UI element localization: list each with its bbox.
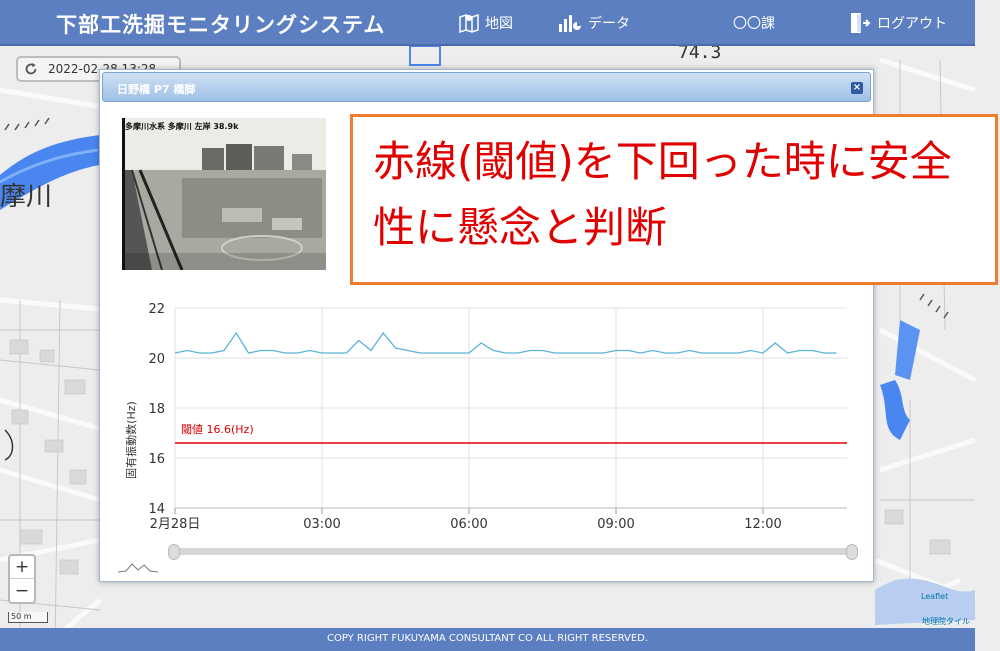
y-tick-label: 18 — [148, 402, 165, 417]
y-tick-label: 16 — [148, 452, 165, 467]
chart-icon — [559, 15, 581, 32]
refresh-icon[interactable] — [24, 62, 38, 76]
chart-series — [174, 331, 837, 354]
dept-name: 〇〇課 — [733, 16, 775, 32]
chart-grid — [174, 307, 847, 509]
series-line — [174, 331, 837, 354]
range-slider[interactable] — [168, 544, 858, 560]
navigator-preview-icon — [118, 563, 158, 573]
zoom-out-button[interactable]: − — [10, 579, 34, 602]
leaflet-attribution[interactable]: Leaflet — [921, 592, 948, 601]
dialog-titlebar[interactable]: 日野橋 P7 橋脚 × — [102, 72, 871, 102]
x-tick-label: 06:00 — [450, 517, 487, 532]
annotation-callout: 赤線(閾値)を下回った時に安全性に懸念と判断 — [350, 114, 998, 285]
gsi-attribution[interactable]: 地理院タイル — [922, 616, 970, 627]
camera-photo — [122, 118, 326, 270]
y-axis-label: 固有振動数(Hz) — [124, 401, 138, 479]
nav-dept-label[interactable]: 〇〇課 — [733, 8, 775, 38]
y-tick-label: 22 — [148, 302, 165, 317]
camera-caption: 多摩川水系 多摩川 左岸 38.9k — [125, 122, 239, 131]
range-slider-right-handle[interactable] — [846, 544, 858, 560]
nav-map-link[interactable]: 地図 — [458, 8, 513, 38]
nav-data-link[interactable]: データ — [557, 8, 630, 38]
y-tick-label: 14 — [148, 502, 165, 517]
nav-data-label: データ — [588, 16, 630, 32]
threshold-label: 閾値 16.6(Hz) — [181, 423, 254, 436]
dialog-title: 日野橋 P7 橋脚 — [117, 83, 196, 96]
logout-icon — [851, 13, 871, 33]
app-header: 下部工洗掘モニタリングシステム 地図 データ 〇〇課 ログアウト — [0, 0, 975, 46]
logout-button[interactable]: ログアウト — [848, 8, 947, 38]
chart-axes: 14 16 18 20 22 2月28日 03:00 06:00 09:00 12:00 — [148, 302, 847, 532]
nav-map-label: 地図 — [485, 16, 513, 32]
y-tick-label: 20 — [148, 352, 165, 367]
annotation-text: 赤線(閾値)を下回った時に安全性に懸念と判断 — [373, 137, 952, 252]
x-tick-label: 2月28日 — [150, 517, 201, 532]
x-tick-label: 03:00 — [303, 517, 340, 532]
frequency-chart: 14 16 18 20 22 2月28日 03:00 06:00 09:00 12:00 固有振動… — [124, 302, 847, 532]
x-tick-label: 12:00 — [744, 517, 781, 532]
map-scale: 50 m — [8, 612, 48, 623]
x-tick-label: 09:00 — [597, 517, 634, 532]
range-slider-left-handle[interactable] — [168, 544, 180, 560]
zoom-in-button[interactable]: + — [10, 556, 34, 579]
river-label: 摩川 — [0, 182, 52, 212]
close-button[interactable]: × — [851, 82, 863, 94]
map-icon — [459, 13, 479, 34]
zoom-control: + − — [8, 554, 36, 604]
logout-label: ログアウト — [877, 16, 947, 32]
copyright-footer: COPY RIGHT FUKUYAMA CONSULTANT CO ALL RI… — [0, 628, 975, 651]
app-title: 下部工洗掘モニタリングシステム — [56, 13, 386, 37]
range-slider-track — [174, 548, 850, 555]
camera-image: 多摩川水系 多摩川 左岸 38.9k — [122, 118, 326, 270]
